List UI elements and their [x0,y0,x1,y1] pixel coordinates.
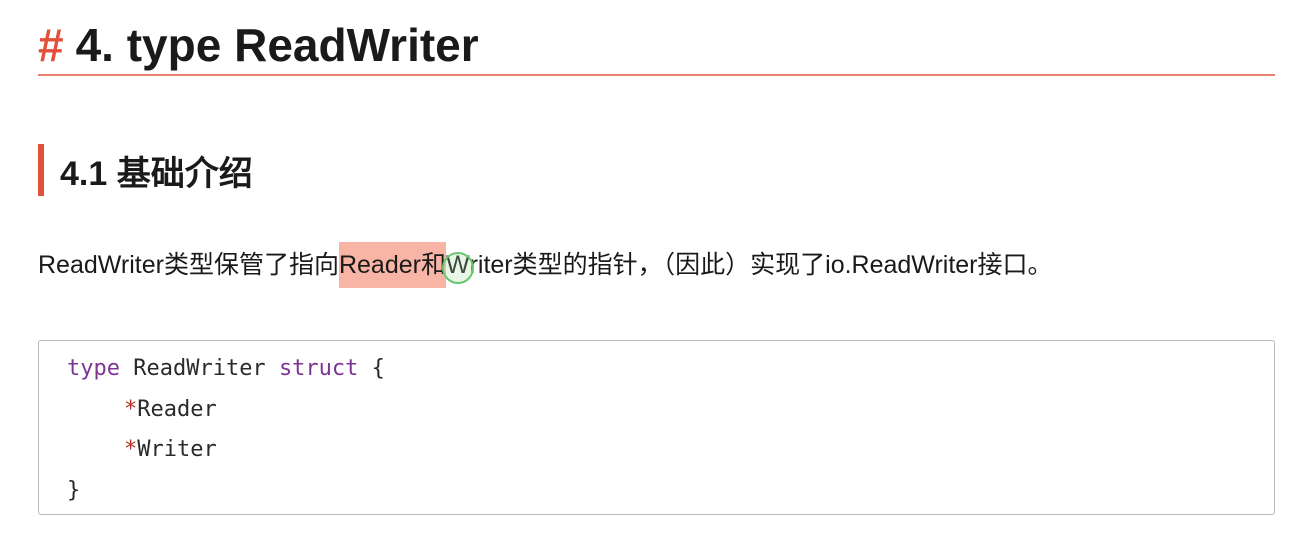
code-line-2: *Reader [39,390,1274,431]
code-field-reader: Reader [137,396,217,422]
code-open-brace: { [358,356,385,381]
code-line-4: } [39,471,1274,512]
heading-2: 4.1 基础介绍 [38,144,253,196]
code-pointer-star: * [124,437,138,462]
code-keyword-type: type [67,356,120,381]
code-identifier: ReadWriter [119,356,279,381]
paragraph-text-after: riter类型的指针，（因此）实现了io.ReadWriter接口。 [469,251,1053,279]
code-pointer-star: * [124,396,138,422]
heading-hash-marker: # [38,19,64,71]
code-field-writer: Writer [137,437,217,462]
paragraph: ReadWriter类型保管了指向Reader和W riter类型的指针，（因此）… [38,242,1053,288]
code-line-1: type ReadWriter struct { [39,349,1274,390]
code-line-3: *Writer [39,430,1274,471]
code-keyword-struct: struct [278,356,359,381]
heading-1: #4. type ReadWriter [38,14,1275,76]
cursor-character: W [441,242,474,288]
code-close-brace: } [67,477,81,503]
paragraph-text-before: ReadWriter类型保管了指向 [38,251,339,279]
code-block[interactable]: type ReadWriter struct { *Reader *Writer… [38,340,1275,515]
heading-2-accent-bar [38,144,44,196]
highlighted-text[interactable]: Reader和 [338,242,446,288]
heading-2-title: 4.1 基础介绍 [60,154,253,193]
heading-1-title: 4. type ReadWriter [75,19,479,71]
cursor-char-text: W [445,251,470,279]
heading-1-text: #4. type ReadWriter [38,14,479,76]
